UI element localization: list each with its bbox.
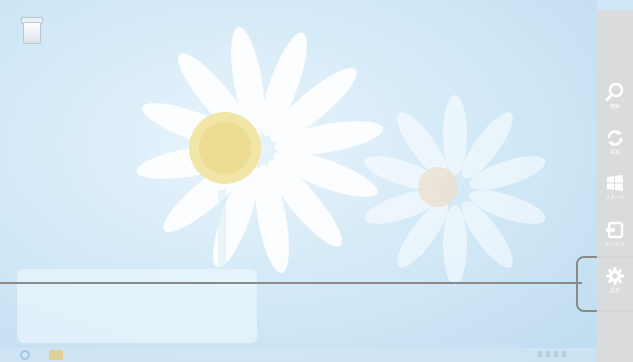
charm-share[interactable]: 共有 — [597, 128, 633, 168]
charm-label: デバイス — [605, 242, 625, 248]
callout-line — [0, 282, 582, 284]
charm-label: スタート — [604, 195, 625, 201]
system-tray[interactable] — [538, 351, 578, 359]
windows-logo-icon — [607, 175, 623, 191]
flower-wallpaper-large — [136, 26, 384, 280]
charm-start[interactable]: スタート — [597, 173, 633, 213]
search-icon — [605, 82, 624, 102]
charm-label: 共有 — [609, 150, 620, 156]
recycle-bin-icon[interactable] — [20, 14, 43, 44]
charm-label: 設定 — [609, 288, 620, 294]
tray-icon — [538, 351, 542, 357]
devices-icon — [606, 221, 624, 239]
gear-icon — [606, 267, 624, 285]
desktop-background — [0, 0, 597, 362]
notification-panel — [17, 269, 257, 343]
charm-label: 検索 — [609, 104, 620, 110]
flower-wallpaper-small — [364, 95, 546, 285]
file-explorer-icon[interactable] — [49, 350, 63, 360]
charm-settings[interactable]: 設定 — [597, 266, 633, 306]
tray-icon — [546, 351, 550, 357]
charm-devices[interactable]: デバイス — [597, 220, 633, 260]
internet-explorer-icon[interactable] — [20, 350, 30, 360]
charms-bar: 検索 共有 スタート デバイス 設定 — [597, 10, 633, 362]
tray-icon — [562, 351, 566, 357]
share-icon — [607, 130, 623, 146]
taskbar — [0, 348, 597, 362]
recycle-bin-body — [23, 22, 41, 44]
charm-search[interactable]: 検索 — [597, 82, 633, 122]
tray-icon — [554, 351, 558, 357]
